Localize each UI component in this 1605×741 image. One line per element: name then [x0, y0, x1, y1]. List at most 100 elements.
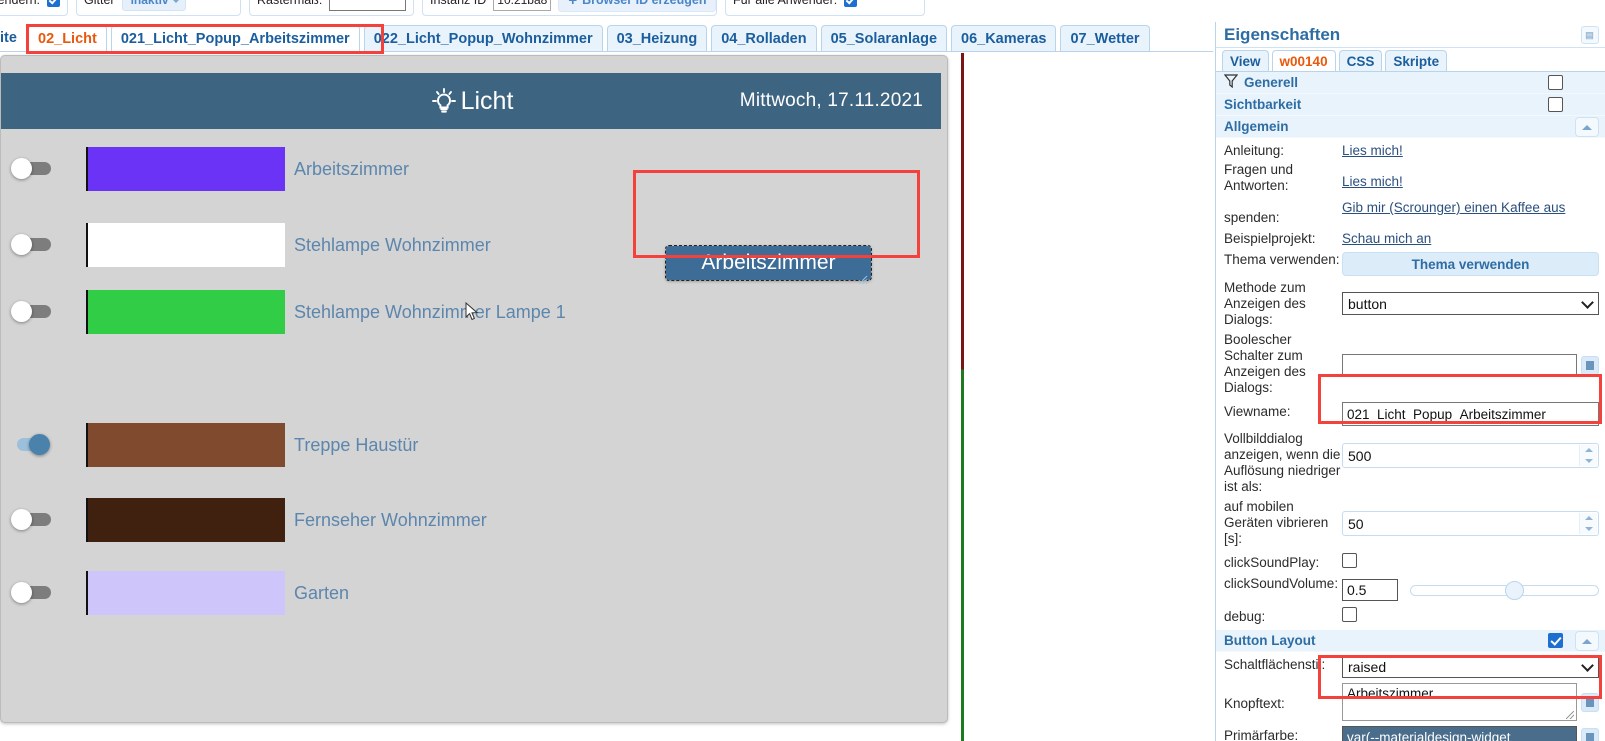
rastermass-label: Rastermaß:	[257, 0, 323, 7]
row-thema: Thema verwenden: Thema verwenden	[1216, 251, 1605, 277]
toggle-switch[interactable]	[9, 509, 55, 530]
spenden-link[interactable]: Gib mir (Scrounger) einen Kaffee aus	[1342, 199, 1565, 216]
toggle-switch[interactable]	[9, 301, 55, 322]
clicksoundvolume-input[interactable]: 0.5	[1342, 579, 1398, 601]
color-swatch[interactable]	[86, 290, 285, 334]
viewname-label: Viewname:	[1224, 404, 1291, 419]
row-primaerfarbe: Primärfarbe: var(--materialdesign-widget	[1216, 725, 1605, 741]
section-generell[interactable]: Generell	[1216, 72, 1605, 94]
device-label: Fernseher Wohnzimmer	[294, 510, 487, 530]
tab-clipped-left[interactable]: ite	[0, 25, 26, 51]
toggle-switch[interactable]	[9, 434, 55, 455]
knopftext-textarea[interactable]: Arbeitszimmer	[1342, 683, 1577, 721]
section-generell-checkbox[interactable]	[1548, 75, 1563, 90]
section-generell-label: Generell	[1244, 75, 1299, 90]
color-swatch[interactable]	[86, 571, 285, 615]
tab-view[interactable]: View	[1222, 50, 1269, 71]
section-allgemein[interactable]: Allgemein	[1216, 116, 1605, 138]
resize-grip-icon[interactable]	[858, 267, 868, 285]
chevron-up-icon	[1582, 638, 1592, 644]
tab-05-solaranlage[interactable]: 05_Solaranlage	[820, 25, 948, 51]
color-swatch[interactable]	[86, 147, 285, 191]
tab-06-kameras[interactable]: 06_Kameras	[951, 25, 1057, 51]
row-schaltflaechenstil: Schaltflächenstil: raised	[1216, 654, 1605, 679]
primaerfarbe-input[interactable]: var(--materialdesign-widget	[1342, 726, 1577, 741]
mouse-cursor	[465, 301, 479, 325]
toggle-knob	[11, 582, 32, 603]
view-card: Licht Mittwoch, 17.11.2021 Arbeitszimmer	[0, 55, 948, 723]
alle-anwender-checkbox[interactable]	[844, 0, 858, 7]
schaltflaechenstil-select[interactable]: raised	[1342, 655, 1599, 678]
clicksoundplay-label: clickSoundPlay:	[1224, 555, 1320, 570]
color-swatch[interactable]	[86, 423, 285, 467]
row-anleitung: Anleitung: Lies mich!	[1216, 140, 1605, 161]
device-label: Garten	[294, 583, 350, 603]
tab-04-rolladen[interactable]: 04_Rolladen	[711, 25, 817, 51]
methode-select[interactable]: button	[1342, 292, 1599, 315]
debug-checkbox[interactable]	[1342, 607, 1357, 622]
spinner-arrows[interactable]	[1579, 445, 1597, 466]
tab-07-wetter[interactable]: 07_Wetter	[1060, 25, 1150, 51]
beispielprojekt-link[interactable]: Schau mich an	[1342, 229, 1431, 248]
toggle-switch[interactable]	[9, 158, 55, 179]
section-sichtbarkeit[interactable]: Sichtbarkeit	[1216, 94, 1605, 116]
faq-link[interactable]: Lies mich!	[1342, 172, 1403, 191]
toggle-switch[interactable]	[9, 582, 55, 603]
section-button-layout[interactable]: Button Layout	[1216, 630, 1605, 652]
boolescher-picker-button[interactable]	[1581, 355, 1599, 375]
tab-css[interactable]: CSS	[1338, 50, 1383, 71]
instanz-id-input[interactable]: 10.21ba8	[493, 0, 552, 11]
anleitung-label: Anleitung:	[1224, 143, 1285, 158]
section-allgemein-label: Allgemein	[1224, 119, 1289, 134]
toggle-switch[interactable]	[9, 234, 55, 255]
row-knopftext: Knopftext: Arbeitszimmer	[1216, 682, 1605, 722]
tab-03-heizung[interactable]: 03_Heizung	[606, 25, 708, 51]
tab-skripte[interactable]: Skripte	[1385, 50, 1448, 71]
section-button-layout-checkbox[interactable]	[1548, 633, 1563, 648]
arbeitszimmer-widget-button[interactable]: Arbeitszimmer	[665, 245, 872, 285]
tab-w00140[interactable]: w00140	[1271, 50, 1336, 71]
drag-grip-icon[interactable]: ▤	[1581, 26, 1599, 44]
section-sichtbarkeit-checkbox[interactable]	[1548, 97, 1563, 112]
editor-window: rendern: Gitter inaktiv Rastermaß: Insta…	[0, 0, 1605, 741]
toggle-knob	[11, 234, 32, 255]
chevron-up-icon	[1582, 124, 1592, 130]
collapse-allgemein-button[interactable]	[1575, 117, 1599, 137]
thema-verwenden-button[interactable]: Thema verwenden	[1342, 252, 1599, 276]
spinner-arrows[interactable]	[1579, 513, 1597, 534]
rastermass-input[interactable]	[329, 0, 406, 11]
button-layout-body: Schaltflächenstil: raised Knopftext: Arb…	[1216, 652, 1605, 741]
clicksoundvolume-slider[interactable]	[1410, 580, 1599, 600]
color-swatch[interactable]	[86, 498, 285, 542]
vollbild-input[interactable]: 500	[1342, 443, 1599, 468]
tab-02-licht[interactable]: 02_Licht	[28, 25, 107, 51]
row-clicksoundplay: clickSoundPlay:	[1216, 552, 1605, 573]
row-boolescher: Boolescher Schalter zum Anzeigen des Dia…	[1216, 331, 1605, 397]
faq-label: Fragen und Antworten:	[1224, 162, 1294, 193]
row-viewname: Viewname: 021_Licht_Popup_Arbeitszimmer	[1216, 401, 1605, 427]
tab-022-licht-popup-wohnzimmer[interactable]: 022_Licht_Popup_Wohnzimmer	[363, 25, 603, 51]
viewname-input[interactable]: 021_Licht_Popup_Arbeitszimmer	[1342, 402, 1599, 426]
rastermass-group: Rastermaß:	[249, 0, 414, 16]
plus-icon: +	[568, 0, 578, 9]
primaerfarbe-picker-button[interactable]	[1581, 727, 1599, 741]
collapse-button-layout-button[interactable]	[1575, 631, 1599, 651]
boolescher-label: Boolescher Schalter zum Anzeigen des Dia…	[1224, 332, 1306, 395]
knopftext-label: Knopftext:	[1224, 696, 1285, 711]
clicksoundplay-checkbox[interactable]	[1342, 553, 1357, 568]
device-label: Arbeitszimmer	[294, 159, 410, 179]
view-canvas: Licht Mittwoch, 17.11.2021 Arbeitszimmer	[0, 55, 958, 741]
top-toolbar: rendern: Gitter inaktiv Rastermaß: Insta…	[0, 0, 1605, 18]
browser-id-button[interactable]: + Browser ID erzeugen	[558, 0, 717, 12]
vibrieren-input[interactable]: 50	[1342, 511, 1599, 536]
anleitung-link[interactable]: Lies mich!	[1342, 141, 1403, 160]
device-label: Treppe Haustür	[294, 435, 419, 455]
boolescher-input[interactable]	[1342, 354, 1577, 376]
knopftext-picker-button[interactable]	[1581, 692, 1599, 712]
toggle-knob	[11, 509, 32, 530]
render-checkbox[interactable]	[47, 0, 60, 7]
tab-021-licht-popup-arbeitszimmer[interactable]: 021_Licht_Popup_Arbeitszimmer	[110, 25, 360, 51]
grid-select[interactable]: inaktiv	[121, 0, 186, 11]
color-swatch[interactable]	[86, 223, 285, 267]
slider-knob[interactable]	[1504, 581, 1524, 600]
